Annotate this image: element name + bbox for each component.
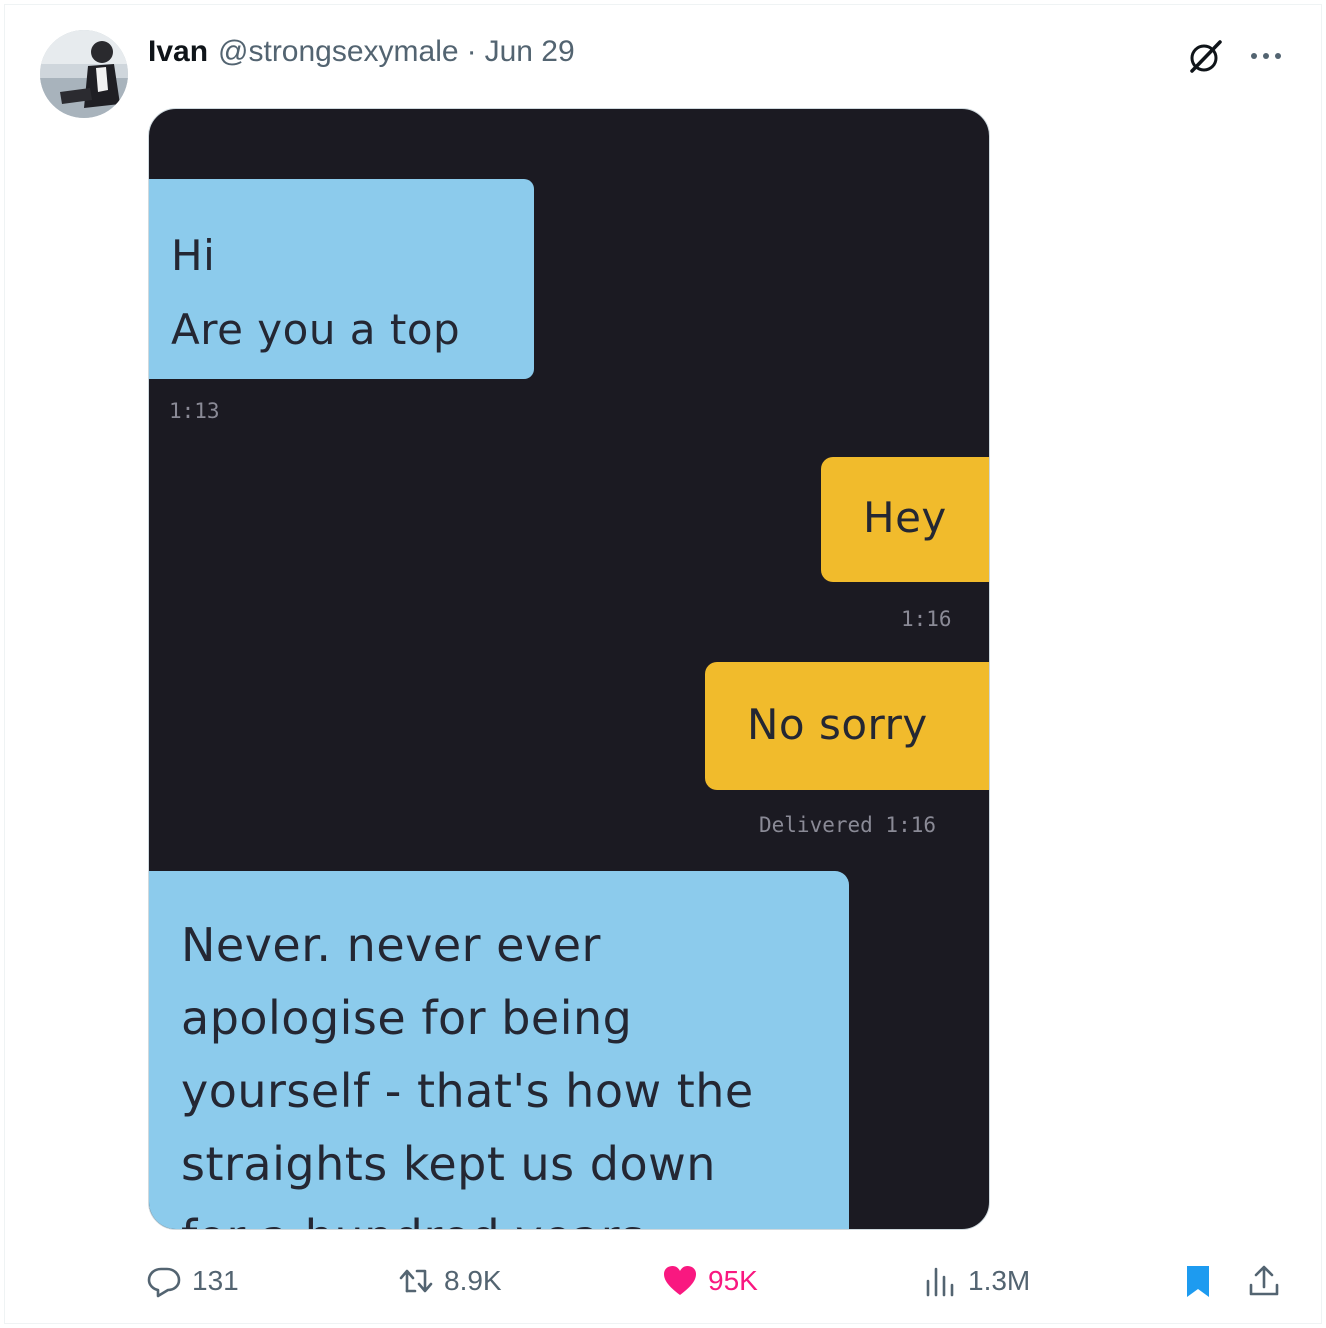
message-line: for a hundred years [181,1201,849,1229]
message-line: Hi [171,231,216,280]
author-handle[interactable]: @strongsexymale [218,35,459,69]
received-message-bubble: Hi Are you a top [149,179,534,379]
message-line: apologise for being [181,991,633,1045]
message-line: No sorry [747,700,928,749]
tweet-header: Ivan @strongsexymale · Jun 29 [148,30,575,74]
cropped-header-text [529,109,619,117]
retweet-button[interactable]: 8.9K [398,1258,502,1304]
tweet-date[interactable]: Jun 29 [485,35,575,69]
sent-message-bubble: Hey [821,457,989,582]
sent-message-bubble: No sorry [705,662,989,790]
reply-button[interactable]: 131 [146,1258,239,1304]
message-line: straights kept us down [181,1137,716,1191]
message-timestamp: 1:13 [169,399,220,423]
action-bar: 131 8.9K 95K 1.3M [0,1258,1326,1304]
message-line: Are you a top [171,305,461,354]
more-dots-icon[interactable] [1246,36,1286,76]
grok-icon[interactable] [1186,36,1226,76]
like-button[interactable]: 95K [662,1258,758,1304]
like-count: 95K [708,1265,758,1296]
retweet-icon [399,1269,433,1293]
message-line: Never. never ever [181,918,601,972]
reply-bubble-icon [147,1267,181,1298]
received-message-bubble: Never. never ever apologise for being yo… [149,871,849,1229]
views-count: 1.3M [968,1265,1031,1296]
share-button[interactable] [1246,1258,1292,1304]
heart-icon [664,1266,696,1295]
retweet-count: 8.9K [444,1265,502,1296]
avatar[interactable] [40,30,128,118]
bookmark-icon [1187,1266,1209,1297]
message-timestamp: 1:16 [901,607,952,631]
tweet-image[interactable]: Hi Are you a top 1:13 Hey 1:16 No sorry … [148,108,990,1230]
author-name[interactable]: Ivan [148,35,208,69]
views-button[interactable]: 1.3M [922,1258,1030,1304]
share-upload-icon [1249,1265,1279,1296]
analytics-bars-icon [926,1267,954,1297]
reply-count: 131 [192,1265,239,1296]
bookmark-button[interactable] [1180,1258,1226,1304]
separator-dot: · [466,35,477,68]
message-line: Hey [863,493,947,542]
delivered-status: Delivered 1:16 [759,813,937,837]
message-line: yourself - that's how the [181,1064,754,1118]
